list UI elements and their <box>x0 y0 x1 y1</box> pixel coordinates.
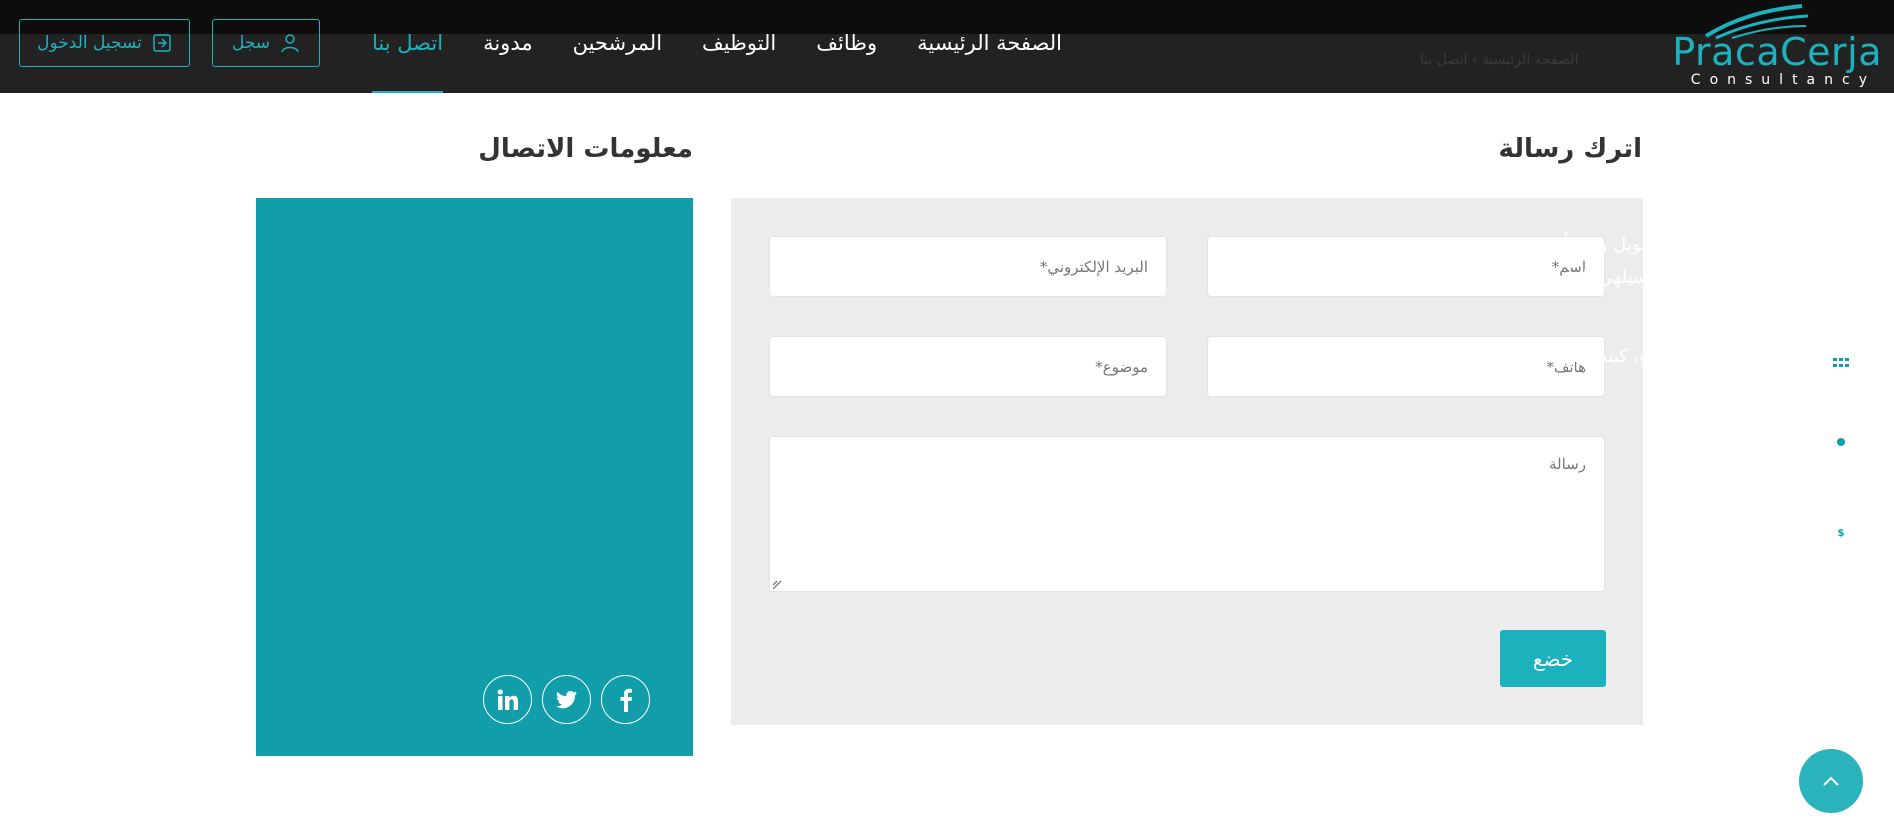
nav-candidates[interactable]: المرشحين <box>553 25 682 61</box>
phone-numbers: (+١) ٣٦٩-٢٥٨-١٤٧ (+١) ٣٦٩-٢٥٨-١٤٧ <box>1488 423 1808 489</box>
back-to-top-button[interactable] <box>1799 749 1863 813</box>
login-label: تسجيل الدخول <box>37 33 142 53</box>
email-2[interactable]: info@test.com <box>1488 540 1809 573</box>
facebook-link[interactable] <box>601 675 650 724</box>
email-addresses: info@test.com info@test.com <box>1488 507 1809 573</box>
hours-2: (٨٠٠) ١٢٣ ٤٥٦٧ قص <box>1649 629 1808 650</box>
phone-1: (+١) ٣٦٩-٢٥٨-١٤٧ <box>1663 429 1808 450</box>
twitter-link[interactable] <box>542 675 591 724</box>
form-title: اترك رسالة <box>1498 134 1642 164</box>
chevron-up-icon <box>1823 776 1839 786</box>
nav-home[interactable]: الصفحة الرئيسية <box>897 25 1082 61</box>
subject-input[interactable]: موضوع* <box>769 336 1167 397</box>
nav-recruitment[interactable]: التوظيف <box>682 25 796 61</box>
main-nav: الصفحة الرئيسية وظائف التوظيف المرشحين م… <box>352 25 1082 93</box>
user-icon <box>281 34 299 53</box>
email-1[interactable]: info@test.com <box>1488 507 1809 540</box>
email-input[interactable]: البريد الإلكتروني* <box>769 236 1167 297</box>
money-bag-icon: $ <box>1826 514 1856 544</box>
hours-1: (٨٠٠) ١٢٣ ٤٥٦٧ قص <box>1649 596 1808 617</box>
resize-handle-icon[interactable] <box>772 580 782 590</box>
twitter-icon <box>555 690 577 708</box>
linkedin-link[interactable] <box>483 675 532 724</box>
nav-jobs[interactable]: وظائف <box>796 25 897 61</box>
calendar-icon <box>1826 346 1856 376</box>
register-button[interactable]: سجل <box>212 19 320 67</box>
address-text: ١٤٥٧/٧٨٤، مي ستريت، كينجستون، نيو يورك <box>1521 346 1808 400</box>
nav-contact[interactable]: اتصل بنا <box>352 25 463 93</box>
message-textarea[interactable]: رسالة <box>769 436 1605 592</box>
sign-in-icon <box>153 34 171 52</box>
phone-2: (+١) ٣٦٩-٢٥٨-١٤٧ <box>1663 462 1808 483</box>
contact-info-panel <box>256 198 693 756</box>
nav-blog[interactable]: مدونة <box>463 25 553 61</box>
svg-text:$: $ <box>1838 528 1845 539</box>
facebook-icon <box>620 688 632 712</box>
contact-intro-text: هناك حقيقة مثبتة منذ زمن طويل وهي أن الم… <box>1514 234 1856 321</box>
login-button[interactable]: تسجيل الدخول <box>19 19 190 67</box>
breadcrumb: الصفحة الرئيسية › اتصل بنا <box>1420 52 1579 68</box>
contact-info-title: معلومات الاتصال <box>478 134 693 164</box>
logo-name: PracaCerja <box>1672 30 1882 74</box>
site-logo[interactable]: PracaCerja Consultancy <box>1672 0 1882 92</box>
register-label: سجل <box>231 33 271 53</box>
working-hours: (٨٠٠) ١٢٣ ٤٥٦٧ قص (٨٠٠) ١٢٣ ٤٥٦٧ قص <box>1488 590 1808 656</box>
linkedin-icon <box>497 688 518 710</box>
grid-icon <box>1826 597 1856 627</box>
logo-subtitle: Consultancy <box>1690 72 1876 88</box>
map-pin-icon <box>1826 430 1856 460</box>
